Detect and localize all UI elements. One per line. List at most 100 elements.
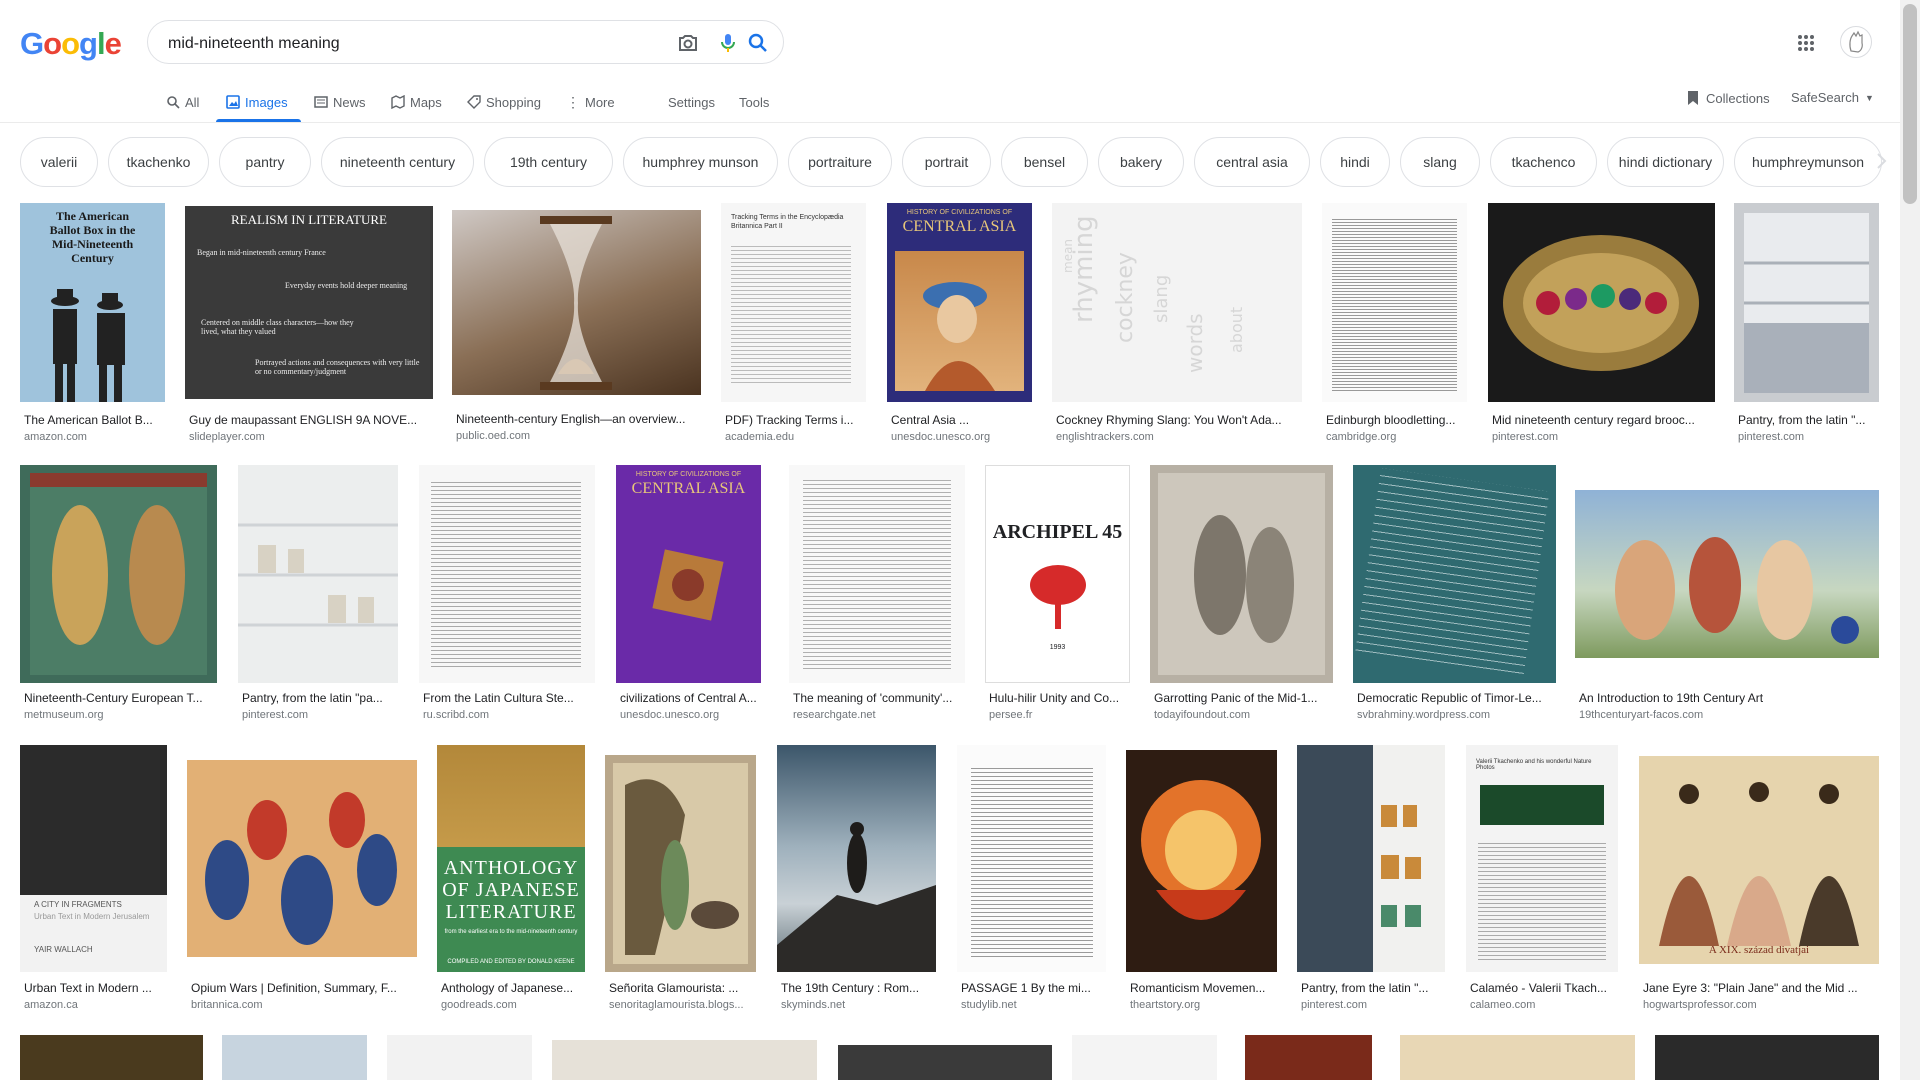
result-source[interactable]: pinterest.com xyxy=(1301,999,1443,1011)
chip[interactable]: pantry xyxy=(219,137,311,187)
result-caption[interactable]: Hulu-hilir Unity and Co... xyxy=(989,691,1129,705)
result-thumbnail[interactable]: Valerii Tkachenko and his wonderful Natu… xyxy=(1466,745,1618,972)
result-source[interactable]: hogwartsprofessor.com xyxy=(1643,999,1879,1011)
result-caption[interactable]: Anthology of Japanese... xyxy=(441,981,583,995)
result-thumbnail[interactable] xyxy=(1734,203,1879,402)
result-source[interactable]: cambridge.org xyxy=(1326,431,1466,443)
result-caption[interactable]: Guy de maupassant ENGLISH 9A NOVE... xyxy=(189,413,429,427)
result-caption[interactable]: Calaméo - Valerii Tkach... xyxy=(1470,981,1616,995)
result-thumbnail[interactable]: ANTHOLOGY OF JAPANESE LITERATURE from th… xyxy=(437,745,585,972)
result-caption[interactable]: Romanticism Movemen... xyxy=(1130,981,1276,995)
result-source[interactable]: todayifoundout.com xyxy=(1154,709,1332,721)
result-caption[interactable]: PDF) Tracking Terms i... xyxy=(725,413,865,427)
result-thumbnail[interactable] xyxy=(452,210,701,395)
chip[interactable]: tkachenko xyxy=(108,137,209,187)
result-source[interactable]: slideplayer.com xyxy=(189,431,429,443)
result-thumbnail[interactable]: rhyming cockney slang words about mean xyxy=(1052,203,1302,402)
result-thumbnail[interactable] xyxy=(187,760,417,957)
chip[interactable]: slang xyxy=(1400,137,1480,187)
apps-grid-icon[interactable] xyxy=(1797,34,1815,52)
microphone-icon[interactable] xyxy=(716,31,740,55)
chip[interactable]: humphreymunson xyxy=(1734,137,1882,187)
chip[interactable]: portrait xyxy=(902,137,991,187)
partial-thumbnail[interactable] xyxy=(1072,1035,1217,1080)
result-thumbnail[interactable] xyxy=(777,745,936,972)
result-source[interactable]: metmuseum.org xyxy=(24,709,214,721)
tab-more[interactable]: ⋮ More xyxy=(566,90,615,114)
result-thumbnail[interactable]: A CITY IN FRAGMENTS Urban Text in Modern… xyxy=(20,745,167,972)
tab-maps[interactable]: Maps xyxy=(391,90,442,114)
chip[interactable]: central asia xyxy=(1194,137,1310,187)
result-source[interactable]: englishtrackers.com xyxy=(1056,431,1296,443)
result-caption[interactable]: Jane Eyre 3: "Plain Jane" and the Mid ..… xyxy=(1643,981,1879,995)
google-logo[interactable]: Google xyxy=(20,26,122,62)
result-source[interactable]: britannica.com xyxy=(191,999,416,1011)
result-thumbnail[interactable]: HISTORY OF CIVILIZATIONS OF CENTRAL ASIA xyxy=(887,203,1032,402)
chip[interactable]: valerii xyxy=(20,137,98,187)
result-source[interactable]: academia.edu xyxy=(725,431,865,443)
result-caption[interactable]: Mid nineteenth century regard brooc... xyxy=(1492,413,1712,427)
search-input[interactable] xyxy=(166,32,650,56)
partial-thumbnail[interactable] xyxy=(1245,1035,1372,1080)
result-caption[interactable]: Pantry, from the latin "pa... xyxy=(242,691,397,705)
result-thumbnail[interactable]: HISTORY OF CIVILIZATIONS OF CENTRAL ASIA xyxy=(616,465,761,683)
chip[interactable]: bakery xyxy=(1098,137,1184,187)
tab-settings[interactable]: Settings xyxy=(668,90,715,114)
result-thumbnail[interactable]: Tracking Terms in the Encyclopædia Brita… xyxy=(721,203,866,402)
result-source[interactable]: calameo.com xyxy=(1470,999,1616,1011)
result-source[interactable]: public.oed.com xyxy=(456,430,700,442)
result-caption[interactable]: An Introduction to 19th Century Art xyxy=(1579,691,1877,705)
chip[interactable]: nineteenth century xyxy=(321,137,474,187)
result-caption[interactable]: From the Latin Cultura Ste... xyxy=(423,691,593,705)
result-thumbnail[interactable]: ARCHIPEL 45 1993 xyxy=(985,465,1130,683)
result-caption[interactable]: Garrotting Panic of the Mid-1... xyxy=(1154,691,1332,705)
safesearch-dropdown[interactable]: SafeSearch ▼ xyxy=(1791,90,1874,105)
result-caption[interactable]: Nineteenth-century English—an overview..… xyxy=(456,412,700,426)
account-avatar[interactable] xyxy=(1840,26,1872,58)
result-caption[interactable]: The American Ballot B... xyxy=(24,413,164,427)
result-caption[interactable]: Central Asia ... xyxy=(891,413,1031,427)
partial-thumbnail[interactable] xyxy=(1655,1035,1879,1080)
result-source[interactable]: persee.fr xyxy=(989,709,1129,721)
result-caption[interactable]: Urban Text in Modern ... xyxy=(24,981,166,995)
result-thumbnail[interactable] xyxy=(789,465,965,683)
result-caption[interactable]: Cockney Rhyming Slang: You Won't Ada... xyxy=(1056,413,1296,427)
result-source[interactable]: pinterest.com xyxy=(1738,431,1878,443)
chip[interactable]: 19th century xyxy=(484,137,613,187)
result-source[interactable]: amazon.ca xyxy=(24,999,166,1011)
chip[interactable]: hindi dictionary xyxy=(1607,137,1724,187)
result-thumbnail[interactable]: A XIX. század divatjai xyxy=(1639,756,1879,964)
tab-shopping[interactable]: Shopping xyxy=(467,90,541,114)
chip[interactable]: tkachenco xyxy=(1490,137,1597,187)
chip[interactable]: hindi xyxy=(1320,137,1390,187)
result-thumbnail[interactable]: The American Ballot Box in the Mid-Ninet… xyxy=(20,203,165,402)
camera-icon[interactable] xyxy=(676,31,700,55)
result-source[interactable]: amazon.com xyxy=(24,431,164,443)
result-caption[interactable]: Democratic Republic of Timor-Le... xyxy=(1357,691,1555,705)
chevron-right-icon[interactable] xyxy=(1870,150,1892,172)
result-thumbnail[interactable] xyxy=(20,465,217,683)
partial-thumbnail[interactable] xyxy=(552,1040,817,1080)
result-caption[interactable]: civilizations of Central A... xyxy=(620,691,760,705)
partial-thumbnail[interactable] xyxy=(1400,1035,1635,1080)
result-source[interactable]: goodreads.com xyxy=(441,999,583,1011)
result-thumbnail[interactable] xyxy=(1353,465,1556,683)
collections-link[interactable]: Collections xyxy=(1686,90,1770,106)
search-box[interactable] xyxy=(147,20,784,64)
result-caption[interactable]: Nineteenth-Century European T... xyxy=(24,691,214,705)
tab-tools[interactable]: Tools xyxy=(739,90,769,114)
result-thumbnail[interactable] xyxy=(1575,490,1879,658)
result-source[interactable]: pinterest.com xyxy=(242,709,397,721)
scrollbar-thumb[interactable] xyxy=(1903,4,1917,204)
result-source[interactable]: studylib.net xyxy=(961,999,1105,1011)
result-thumbnail[interactable] xyxy=(238,465,398,683)
tab-news[interactable]: News xyxy=(314,90,366,114)
result-thumbnail[interactable] xyxy=(1297,745,1445,972)
result-thumbnail[interactable] xyxy=(1150,465,1333,683)
result-source[interactable]: unesdoc.unesco.org xyxy=(620,709,760,721)
result-caption[interactable]: Señorita Glamourista: ... xyxy=(609,981,755,995)
chip[interactable]: portraiture xyxy=(788,137,892,187)
result-caption[interactable]: The meaning of 'community'... xyxy=(793,691,963,705)
result-caption[interactable]: Edinburgh bloodletting... xyxy=(1326,413,1466,427)
tab-images[interactable]: Images xyxy=(226,90,288,114)
